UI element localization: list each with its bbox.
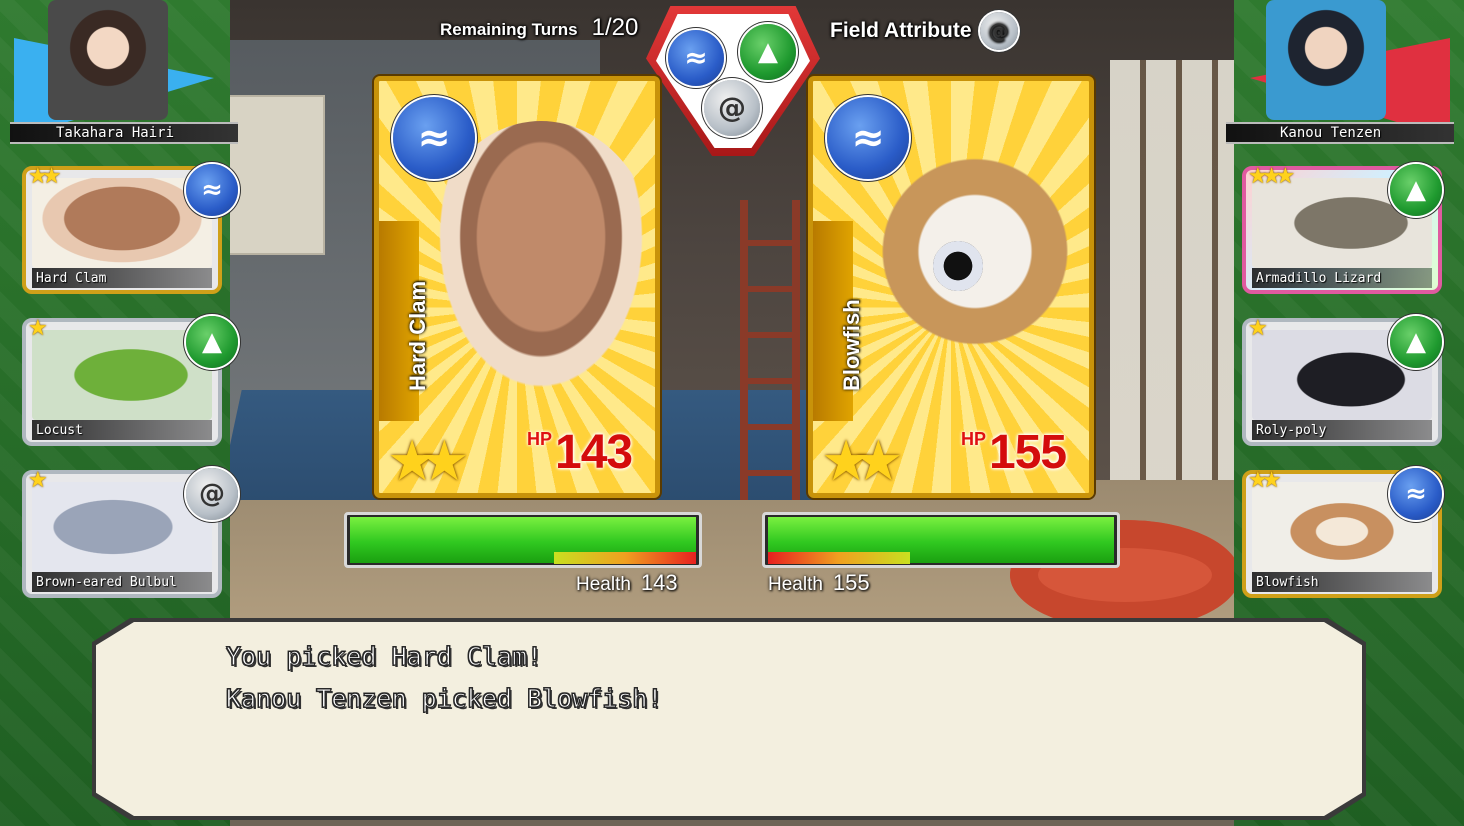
star-rating: ★★ (28, 164, 62, 189)
locust-art (32, 330, 212, 420)
opponent-health-text: Health 155 (768, 570, 870, 596)
field-attribute: Field Attribute @ (830, 12, 1018, 50)
left-player-name-bar: Takahara Hairi (10, 122, 238, 144)
health-value: 143 (640, 570, 678, 595)
hard-clam-art (32, 178, 212, 268)
player-health-bar: Health 143 (344, 512, 702, 595)
star-rating: ★★ (387, 429, 470, 494)
earth-icon: ▲ (740, 24, 796, 80)
remaining-turns-label: Remaining Turns (440, 20, 578, 39)
opponent-battle-card: Blowfish ≈ ★★ HP 155 (808, 76, 1094, 498)
earth-icon: ▲ (1390, 316, 1442, 368)
water-icon: ≈ (668, 30, 724, 86)
card-name-label: Blowfish (1252, 572, 1432, 592)
wind-icon: @ (704, 80, 760, 136)
right-roster-card-blowfish[interactable]: ★★ ≈ Blowfish (1242, 468, 1442, 598)
remaining-turns-value: 1/20 (591, 14, 639, 41)
left-player-nameplate: Takahara Hairi (0, 0, 240, 150)
water-icon: ≈ (1390, 468, 1442, 520)
dialogue-line: You picked Hard Clam! (225, 642, 543, 672)
right-player-name: Kanou Tenzen (1280, 125, 1382, 141)
star-rating: ★ (28, 468, 48, 493)
earth-icon: ▲ (186, 316, 238, 368)
water-icon: ≈ (393, 97, 475, 179)
bulbul-art (32, 482, 212, 572)
health-gradient-marker (554, 552, 696, 564)
left-player-avatar (48, 0, 168, 120)
dialogue-line: Kanou Tenzen picked Blowfish! (226, 684, 663, 714)
dialogue-box[interactable]: You picked Hard Clam! Kanou Tenzen picke… (96, 622, 1362, 816)
card-name-label: Brown-eared Bulbul (32, 572, 212, 592)
earth-icon: ▲ (1390, 164, 1442, 216)
opponent-health-bar: Health 155 (762, 512, 1120, 595)
left-roster-card-locust[interactable]: ★ ▲ Locust (22, 316, 238, 446)
health-label: Health (768, 574, 823, 595)
blowfish-eye (933, 241, 983, 291)
health-label: Health (576, 574, 631, 595)
right-roster-card-roly-poly[interactable]: ★ ▲ Roly-poly (1242, 316, 1442, 446)
health-gradient-marker (768, 552, 910, 564)
left-player-name: Takahara Hairi (56, 125, 175, 141)
card-name-label: Roly-poly (1252, 420, 1432, 440)
wind-icon: @ (186, 468, 238, 520)
left-roster-card-brown-eared-bulbul[interactable]: ★ @ Brown-eared Bulbul (22, 468, 238, 598)
right-player-nameplate: Kanou Tenzen (1226, 0, 1464, 150)
star-rating: ★★ (821, 429, 904, 494)
star-rating: ★★ (1248, 468, 1282, 493)
star-rating: ★★★ (1248, 164, 1295, 189)
background-ladder (740, 200, 800, 500)
star-rating: ★ (28, 316, 48, 341)
left-roster-card-hard-clam[interactable]: ★★ ≈ Hard Clam (22, 164, 238, 294)
card-name-label: Armadillo Lizard (1252, 268, 1432, 288)
wind-icon: @ (979, 12, 1018, 50)
star-rating: ★ (1248, 316, 1268, 341)
card-name-label: Locust (32, 420, 212, 440)
right-player-avatar (1266, 0, 1386, 120)
background-map-poster (225, 95, 325, 255)
hp-label: HP (527, 429, 553, 449)
player-battle-card: Hard Clam ≈ ★★ HP 143 (374, 76, 660, 498)
water-icon: ≈ (186, 164, 238, 216)
attribute-cycle-chart: ≈ ▲ @ (646, 6, 820, 156)
water-icon: ≈ (827, 97, 909, 179)
hp-label: HP (961, 429, 987, 449)
right-player-name-bar: Kanou Tenzen (1226, 122, 1454, 144)
card-name: Blowfish (839, 299, 864, 391)
right-roster-card-armadillo-lizard[interactable]: ★★★ ▲ Armadillo Lizard (1242, 164, 1442, 294)
hp-value: 155 (989, 426, 1067, 479)
player-health-text: Health 143 (576, 570, 678, 596)
hp-value: 143 (555, 426, 633, 479)
card-name-label: Hard Clam (32, 268, 212, 288)
card-name: Hard Clam (405, 280, 430, 391)
field-attribute-label: Field Attribute (830, 19, 972, 42)
remaining-turns: Remaining Turns 1/20 (440, 14, 638, 42)
health-value: 155 (832, 570, 870, 595)
